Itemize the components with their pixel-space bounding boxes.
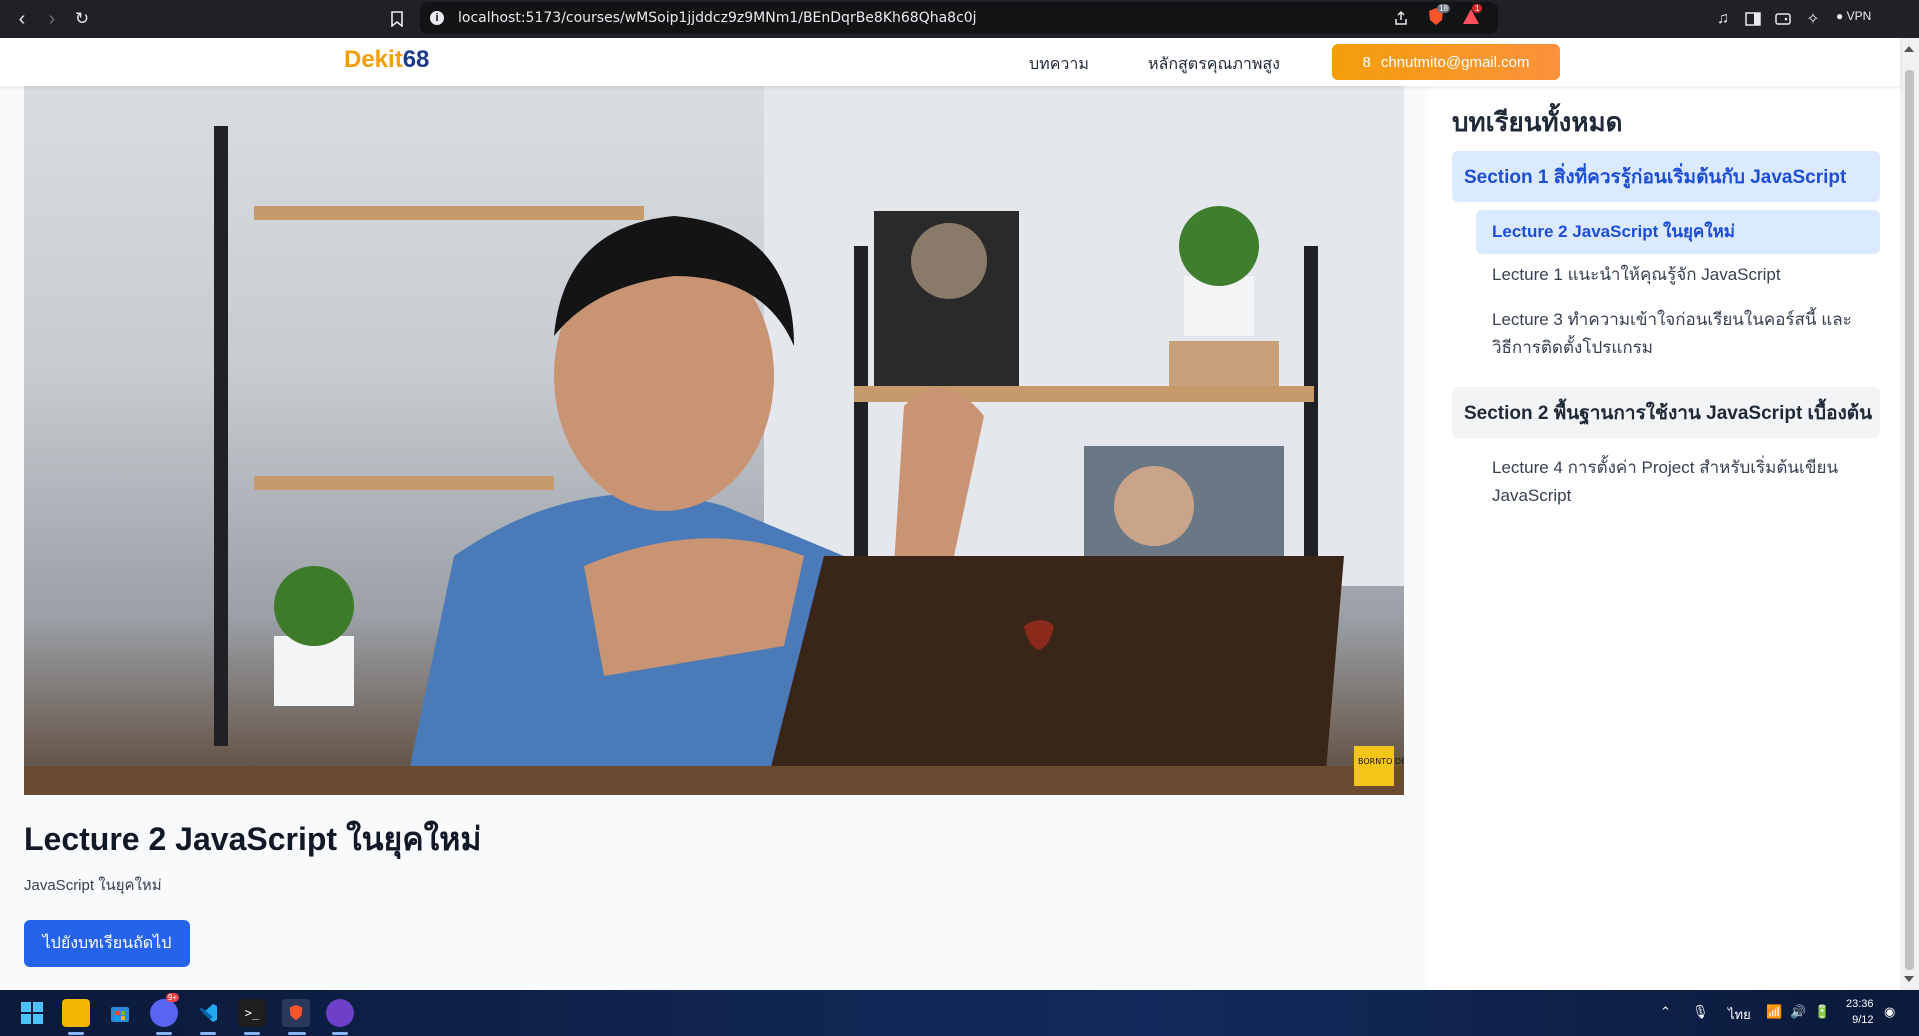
site-logo[interactable]: Dekit68 [344, 46, 429, 74]
wifi-icon[interactable]: 📶 [1766, 1004, 1782, 1020]
browser-toolbar: ‹ › ↻ i localhost:5173/courses/wMSoip1jj… [0, 0, 1919, 38]
url-text: localhost:5173/courses/wMSoip1jjddcz9z9M… [458, 10, 977, 26]
vscode-running-indicator [200, 1032, 216, 1035]
system-clock[interactable]: 23:36 9/12 [1846, 996, 1874, 1028]
file-explorer-running-indicator [68, 1032, 84, 1035]
discord-badge: 9+ [166, 993, 180, 1002]
sidebar-section-1[interactable]: Section 1 สิ่งที่ควรรู้ก่อนเริ่มต้นกับ J… [1452, 151, 1880, 202]
github-running-indicator [332, 1032, 348, 1035]
brave-browser-icon[interactable] [282, 999, 310, 1027]
clock-date: 9/12 [1852, 1014, 1874, 1026]
language-indicator[interactable]: ไทย [1728, 1004, 1751, 1025]
leo-ai-icon[interactable]: ✧ [1802, 8, 1824, 30]
os-taskbar: 9+ >_ ⌃ 🎙 ไทย 📶 🔊 🔋 23:36 9/12 ◉ [0, 990, 1919, 1036]
lecture-description: JavaScript ในยุคใหม่ [24, 877, 162, 894]
volume-icon[interactable]: 🔊 [1790, 1004, 1806, 1020]
sidebar-lecture-4[interactable]: Lecture 4 การตั้งค่า Project สำหรับเริ่ม… [1476, 454, 1880, 510]
media-icon[interactable]: ♫ [1712, 8, 1734, 30]
back-icon[interactable]: ‹ [10, 7, 34, 31]
file-explorer-icon[interactable] [62, 999, 90, 1027]
start-icon[interactable] [18, 999, 46, 1027]
sidebar-lecture-2[interactable]: Lecture 2 JavaScript ในยุคใหม่ [1476, 210, 1880, 254]
sidebar-lecture-3[interactable]: Lecture 3 ทำความเข้าใจก่อนเรียนในคอร์สนี… [1476, 306, 1880, 362]
lesson-sidebar: บทเรียนทั้งหมด Section 1 สิ่งที่ควรรู้ก่… [1428, 86, 1900, 990]
discord-icon[interactable]: 9+ [150, 993, 180, 1027]
forward-icon[interactable]: › [40, 7, 64, 31]
github-desktop-icon[interactable] [326, 999, 354, 1027]
reload-icon[interactable]: ↻ [70, 7, 94, 31]
site-header: Dekit68 บทความ หลักสูตรคุณภาพสูง 8 chnut… [0, 38, 1900, 86]
scroll-up-icon[interactable] [1904, 46, 1914, 52]
terminal-running-indicator [244, 1032, 260, 1035]
brave-active-indicator [288, 1032, 306, 1035]
scroll-down-icon[interactable] [1904, 976, 1914, 982]
notification-icon[interactable]: ◉ [1884, 1004, 1895, 1020]
video-frame-illustration: BORNTO DEV [24, 86, 1404, 795]
sidebar-title: บทเรียนทั้งหมด [1452, 107, 1623, 137]
vpn-button[interactable]: ● VPN [1836, 9, 1871, 23]
clock-time: 23:36 [1846, 998, 1874, 1010]
logo-text-part1: Dekit [344, 46, 403, 73]
tray-overflow-icon[interactable]: ⌃ [1660, 1004, 1671, 1020]
discord-running-indicator [156, 1032, 172, 1035]
address-bar[interactable]: i localhost:5173/courses/wMSoip1jjddcz9z… [420, 2, 1498, 34]
user-initial: 8 [1362, 53, 1371, 71]
nav-articles-link[interactable]: บทความ [1029, 52, 1089, 77]
logo-text-part2: 68 [402, 46, 430, 73]
terminal-icon[interactable]: >_ [238, 999, 266, 1027]
brave-rewards-icon[interactable]: 1 [1460, 4, 1483, 28]
sidebar-lecture-1[interactable]: Lecture 1 แนะนำให้คุณรู้จัก JavaScript [1476, 261, 1880, 289]
scroll-thumb[interactable] [1905, 70, 1914, 970]
video-watermark: BORNTO DEV [1358, 757, 1404, 766]
lecture-title: Lecture 2 JavaScript ในยุคใหม่ [24, 821, 482, 857]
video-player[interactable]: BORNTO DEV [24, 86, 1404, 795]
user-account-button[interactable]: 8 chnutmito@gmail.com [1332, 44, 1560, 80]
site-info-icon[interactable]: i [430, 11, 444, 25]
sidebar-section-2[interactable]: Section 2 พื้นฐานการใช้งาน JavaScript เบ… [1452, 387, 1880, 438]
share-icon[interactable] [1390, 7, 1412, 29]
next-lesson-button[interactable]: ไปยังบทเรียนถัดไป [24, 920, 190, 967]
bookmark-icon[interactable] [386, 8, 408, 30]
brave-shields-icon[interactable]: 18 [1425, 4, 1450, 28]
sidebar-toggle-icon[interactable] [1742, 8, 1764, 30]
store-icon[interactable] [106, 999, 134, 1027]
shields-count: 18 [1437, 4, 1450, 13]
vscode-icon[interactable] [194, 999, 222, 1027]
microphone-icon[interactable]: 🎙 [1692, 1004, 1709, 1020]
page-scrollbar[interactable] [1900, 38, 1919, 990]
user-email: chnutmito@gmail.com [1380, 53, 1530, 71]
battery-icon[interactable]: 🔋 [1814, 1004, 1830, 1020]
wallet-icon[interactable] [1772, 8, 1794, 30]
nav-courses-link[interactable]: หลักสูตรคุณภาพสูง [1148, 52, 1280, 77]
vpn-label: VPN [1846, 9, 1872, 23]
